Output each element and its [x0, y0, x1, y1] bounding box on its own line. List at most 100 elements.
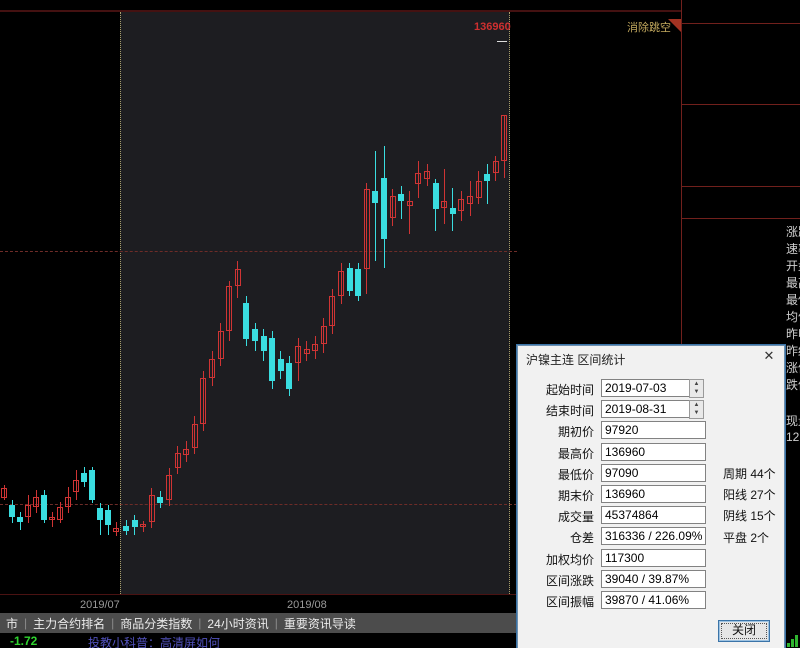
right-col-label: 速率 [786, 240, 800, 257]
remove-gap-button[interactable]: 消除跳空 [627, 19, 671, 35]
bottom-tab-bar: 市|主力合约排名|商品分类指数|24小时资讯|重要资讯导读 [0, 613, 517, 633]
field-input[interactable]: 117300 [601, 549, 706, 567]
candle-body [209, 359, 215, 378]
spin-up-icon[interactable]: ▲ [690, 401, 703, 409]
field-input[interactable]: 316336 / 226.09% [601, 527, 706, 545]
candle-wick [401, 186, 402, 219]
panel-separator [682, 23, 800, 24]
candle-wick [487, 164, 488, 204]
panel-separator [682, 104, 800, 105]
field-input[interactable]: 39870 / 41.06% [601, 591, 706, 609]
right-col-label: 昨收 [786, 325, 800, 342]
candle-body [424, 171, 430, 179]
candle-body [97, 508, 103, 520]
candle-body [312, 344, 318, 351]
tab-0[interactable]: 市 [0, 615, 24, 632]
candle-body [415, 173, 421, 184]
candle-body [355, 269, 361, 296]
candle-body [175, 453, 181, 468]
tab-1[interactable]: 主力合约排名 [27, 615, 111, 632]
dialog-stat: 阳线 27个 [723, 486, 776, 503]
candle-body [381, 178, 387, 239]
right-col-label: 最低 [786, 291, 800, 308]
candle-body [41, 495, 47, 520]
candle-body [390, 196, 396, 218]
field-label: 区间涨跌 [524, 572, 594, 589]
field-input[interactable]: 45374864 [601, 506, 706, 524]
tab-4[interactable]: 重要资讯导读 [278, 615, 362, 632]
field-input[interactable]: 39040 / 39.87% [601, 570, 706, 588]
spinner-control[interactable]: ▲▼ [689, 400, 704, 419]
candle-body [65, 497, 71, 507]
close-icon[interactable]: ✕ [761, 348, 777, 364]
candle-body [183, 449, 189, 455]
field-input[interactable]: 136960 [601, 485, 706, 503]
candle-body [364, 189, 370, 269]
candle-body [73, 480, 79, 492]
right-col-value: 12 [786, 430, 799, 444]
candle-body [157, 497, 163, 503]
candle-body [81, 473, 87, 482]
candle-body [321, 326, 327, 344]
close-button[interactable]: 关闭 [718, 620, 770, 642]
panel-separator [682, 218, 800, 219]
candle-body [57, 507, 63, 520]
candle-body [338, 271, 344, 296]
candle-body [200, 378, 206, 424]
candle-wick [375, 151, 376, 261]
field-label: 仓差 [524, 529, 594, 546]
field-input[interactable]: 97920 [601, 421, 706, 439]
dialog-stat: 阴线 15个 [723, 507, 776, 524]
field-input[interactable]: 2019-07-03 [601, 379, 691, 397]
candle-body [458, 199, 464, 211]
candle-body [261, 336, 267, 351]
candle-body [166, 475, 172, 500]
candle-body [123, 526, 129, 531]
status-tip-text: 投教小科普：高清屏如何 [88, 634, 220, 648]
right-col-label: 均价 [786, 308, 800, 325]
field-input[interactable]: 136960 [601, 443, 706, 461]
tab-3[interactable]: 24小时资讯 [201, 615, 274, 632]
candle-body [295, 346, 301, 363]
red-flag-icon [668, 19, 681, 32]
right-col-label: 最高 [786, 274, 800, 291]
candle-body [269, 338, 275, 381]
field-label: 最高价 [524, 445, 594, 462]
candle-wick [444, 169, 445, 224]
candle-body [132, 520, 138, 527]
right-col-label: 跌停 [786, 376, 800, 393]
candle-body [286, 363, 292, 389]
candle-wick [409, 191, 410, 234]
field-label: 最低价 [524, 466, 594, 483]
dialog-title: 沪镍主连 区间统计 [526, 351, 625, 368]
right-col-label: 涨停 [786, 359, 800, 376]
spin-down-icon[interactable]: ▼ [690, 409, 703, 417]
status-bar: -1.72 投教小科普：高清屏如何 [0, 633, 517, 648]
field-label: 成交量 [524, 508, 594, 525]
candle-body [484, 174, 490, 181]
right-col-label: 开盘 [786, 257, 800, 274]
field-label: 起始时间 [524, 381, 594, 398]
spin-down-icon[interactable]: ▼ [690, 388, 703, 396]
candle-body [140, 524, 146, 527]
spin-up-icon[interactable]: ▲ [690, 380, 703, 388]
field-label: 区间振幅 [524, 593, 594, 610]
spinner-control[interactable]: ▲▼ [689, 379, 704, 398]
candle-body [243, 303, 249, 339]
candle-body [441, 201, 447, 208]
interval-stats-dialog: 沪镍主连 区间统计 ✕ 起始时间2019-07-03▲▼结束时间2019-08-… [517, 345, 785, 648]
candle-body [252, 329, 258, 341]
panel-separator [682, 186, 800, 187]
field-input[interactable]: 2019-08-31 [601, 400, 691, 418]
right-col-label: 现量 [786, 412, 800, 429]
field-label: 期初价 [524, 423, 594, 440]
candle-body [329, 296, 335, 326]
candlestick-chart[interactable]: 136960 2019/072019/08 [0, 0, 517, 613]
candle-body [9, 505, 15, 517]
grid-line [0, 251, 517, 252]
candle-body [25, 505, 31, 517]
tab-2[interactable]: 商品分类指数 [114, 615, 198, 632]
field-input[interactable]: 97090 [601, 464, 706, 482]
right-col-label: 昨结 [786, 342, 800, 359]
candle-body [398, 194, 404, 201]
